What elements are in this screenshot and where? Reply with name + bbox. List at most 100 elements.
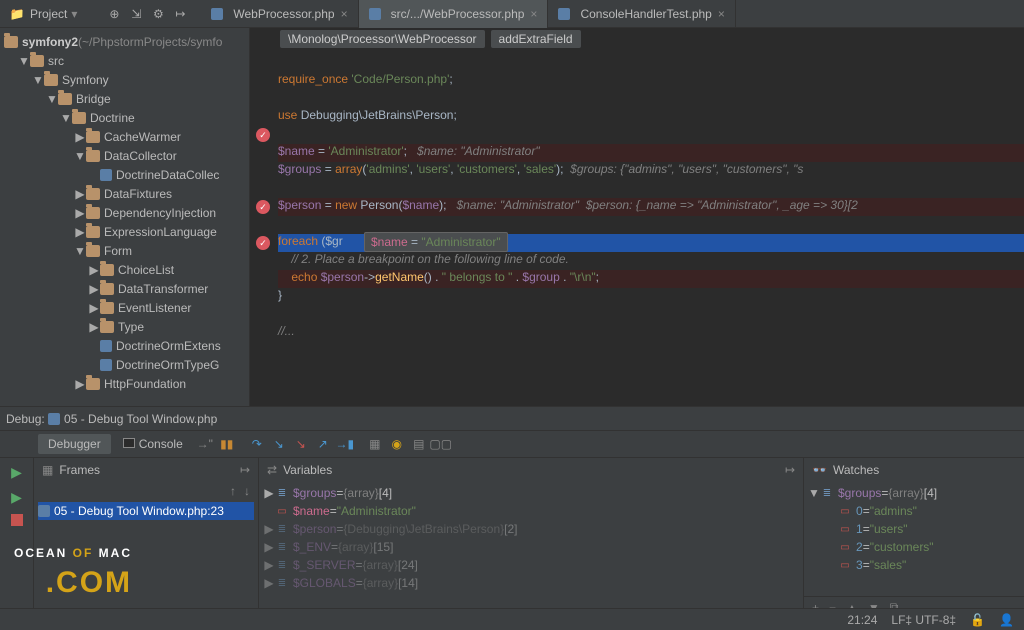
stop-icon[interactable] — [11, 514, 23, 526]
editor-tabs: WebProcessor.php× src/.../WebProcessor.p… — [201, 0, 735, 28]
tree-node[interactable]: ▼Bridge — [0, 89, 249, 108]
main-area: symfony2 (~/PhpstormProjects/symfo ▼src▼… — [0, 28, 1024, 406]
project-label[interactable]: Project — [30, 7, 67, 21]
close-icon[interactable]: × — [341, 7, 348, 21]
rerun-icon[interactable]: ▶ — [11, 489, 22, 506]
encoding[interactable]: LF‡ UTF-8‡ — [891, 613, 956, 627]
debug-file: 05 - Debug Tool Window.php — [64, 412, 217, 426]
folder-icon — [100, 321, 114, 333]
hide-icon[interactable]: ↦ — [171, 5, 189, 23]
tab-2[interactable]: ConsoleHandlerTest.php× — [548, 0, 735, 28]
watch-row[interactable]: ▭3 = "sales" — [808, 556, 1020, 574]
frames-icon[interactable]: ▮▮ — [217, 434, 237, 454]
collapse-icon[interactable]: ⇲ — [127, 5, 145, 23]
tree-node[interactable]: DoctrineDataCollec — [0, 165, 249, 184]
folder-icon — [100, 283, 114, 295]
tree-node[interactable]: ▶DependencyInjection — [0, 203, 249, 222]
tab-0[interactable]: WebProcessor.php× — [201, 0, 358, 28]
frame-row[interactable]: 05 - Debug Tool Window.php:23 — [38, 502, 254, 520]
tree-node[interactable]: ▼DataCollector — [0, 146, 249, 165]
crumb-method[interactable]: addExtraField — [491, 30, 581, 48]
watermark-logo: OCEAN OF MAC .COM — [14, 527, 132, 600]
gear-icon[interactable]: ⚙ — [149, 5, 167, 23]
tree-node[interactable]: ▶ChoiceList — [0, 260, 249, 279]
hector-icon[interactable]: 👤 — [999, 613, 1014, 627]
step-over-icon[interactable]: ↷ — [247, 434, 267, 454]
php-file-icon — [100, 169, 112, 181]
php-file-icon — [211, 8, 223, 20]
run-to-cursor-icon[interactable]: →▮ — [335, 434, 355, 454]
close-icon[interactable]: × — [530, 7, 537, 21]
tree-root[interactable]: symfony2 (~/PhpstormProjects/symfo — [0, 32, 249, 51]
watch-row[interactable]: ▭1 = "users" — [808, 520, 1020, 538]
tree-node[interactable]: ▼Doctrine — [0, 108, 249, 127]
tree-node[interactable]: ▶DataFixtures — [0, 184, 249, 203]
status-bar: 21:24 LF‡ UTF-8‡ 🔓 👤 — [0, 608, 1024, 630]
watches-panel: 👓Watches ▼≣$groups = {array} [4]▭0 = "ad… — [804, 458, 1024, 618]
variable-row[interactable]: ▭$name = "Administrator" — [263, 502, 799, 520]
evaluate-icon[interactable]: ▦ — [365, 434, 385, 454]
variable-row[interactable]: ▶≣$_ENV = {array} [15] — [263, 538, 799, 556]
inline-value-tooltip: $name = "Administrator" — [364, 232, 508, 252]
variable-row[interactable]: ▶≣$person = {Debugging\JetBrains\Person}… — [263, 520, 799, 538]
tree-node[interactable]: ▼Form — [0, 241, 249, 260]
force-step-into-icon[interactable]: ↘ — [291, 434, 311, 454]
watch-row[interactable]: ▭2 = "customers" — [808, 538, 1020, 556]
php-file-icon — [369, 8, 381, 20]
debug-toolwindow-header: Debug: 05 - Debug Tool Window.php — [0, 406, 1024, 430]
crumb-namespace[interactable]: \Monolog\Processor\WebProcessor — [280, 30, 485, 48]
folder-icon — [30, 55, 44, 67]
variable-row[interactable]: ▶≣$groups = {array} [4] — [263, 484, 799, 502]
folder-icon — [100, 302, 114, 314]
tree-node[interactable]: ▶ExpressionLanguage — [0, 222, 249, 241]
folder-icon — [86, 207, 100, 219]
target-icon[interactable]: ⊕ — [105, 5, 123, 23]
step-out-icon[interactable]: ↗ — [313, 434, 333, 454]
tab-debugger[interactable]: Debugger — [38, 434, 111, 454]
lock-icon[interactable]: 🔓 — [970, 613, 985, 627]
project-tree: symfony2 (~/PhpstormProjects/symfo ▼src▼… — [0, 28, 249, 397]
list-icon[interactable]: ▤ — [409, 434, 429, 454]
more-icon[interactable]: →" — [195, 434, 215, 454]
folder-icon — [86, 226, 100, 238]
php-file-icon — [100, 359, 112, 371]
project-dropdown[interactable]: 📁 — [8, 5, 26, 23]
folder-icon — [58, 93, 72, 105]
resume-icon[interactable]: ▶ — [11, 464, 22, 481]
frame-down-icon[interactable]: ↓ — [244, 484, 250, 498]
frames-title: Frames — [59, 463, 100, 477]
tree-node[interactable]: ▼Symfony — [0, 70, 249, 89]
breakpoint-verified-icon[interactable]: ✓ — [256, 128, 270, 142]
step-into-icon[interactable]: ↘ — [269, 434, 289, 454]
debugger-toolbar: Debugger Console →" ▮▮ ↷ ↘ ↘ ↗ →▮ ▦ ◉ ▤ … — [0, 430, 1024, 458]
breakpoint-verified-icon[interactable]: ✓ — [256, 200, 270, 214]
breakpoint-verified-icon[interactable]: ✓ — [256, 236, 270, 250]
tree-node[interactable]: DoctrineOrmTypeG — [0, 355, 249, 374]
close-icon[interactable]: × — [718, 7, 725, 21]
copy-icon[interactable]: ▢▢ — [431, 434, 451, 454]
tree-node[interactable]: ▶EventListener — [0, 298, 249, 317]
folder-icon — [86, 150, 100, 162]
tab-1[interactable]: src/.../WebProcessor.php× — [359, 0, 549, 28]
editor-gutter: ✓ ✓ ✓ — [250, 50, 276, 406]
folder-icon — [72, 112, 86, 124]
code-editor[interactable]: \Monolog\Processor\WebProcessor addExtra… — [250, 28, 1024, 406]
tree-node[interactable]: ▶DataTransformer — [0, 279, 249, 298]
tree-node[interactable]: ▼src — [0, 51, 249, 70]
variable-row[interactable]: ▶≣$_SERVER = {array} [24] — [263, 556, 799, 574]
folder-icon — [86, 188, 100, 200]
breadcrumb: \Monolog\Processor\WebProcessor addExtra… — [250, 28, 1024, 50]
disc-icon[interactable]: ◉ — [387, 434, 407, 454]
tree-node[interactable]: ▶Type — [0, 317, 249, 336]
tree-node[interactable]: DoctrineOrmExtens — [0, 336, 249, 355]
variables-title: Variables — [283, 463, 332, 477]
tree-node[interactable]: ▶HttpFoundation — [0, 374, 249, 393]
variable-row[interactable]: ▶≣$GLOBALS = {array} [14] — [263, 574, 799, 592]
watch-row[interactable]: ▼≣$groups = {array} [4] — [808, 484, 1020, 502]
tree-node[interactable]: ▶CacheWarmer — [0, 127, 249, 146]
folder-icon — [100, 264, 114, 276]
frame-up-icon[interactable]: ↑ — [230, 484, 236, 498]
watch-row[interactable]: ▭0 = "admins" — [808, 502, 1020, 520]
tab-console[interactable]: Console — [113, 434, 193, 454]
php-file-icon — [38, 505, 50, 517]
